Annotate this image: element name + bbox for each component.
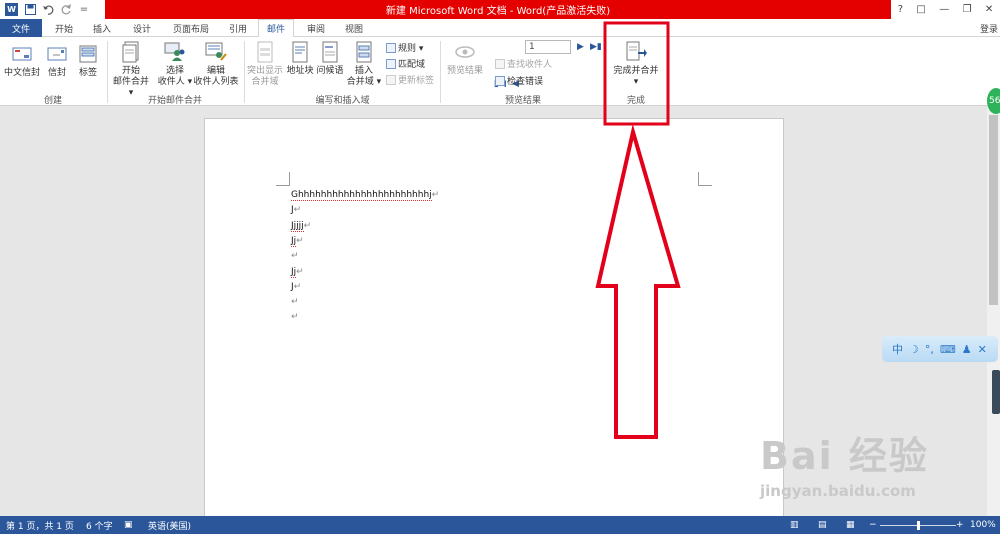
web-layout-icon[interactable]: ▦ bbox=[846, 516, 855, 534]
zoom-slider[interactable] bbox=[880, 516, 956, 534]
zoom-level[interactable]: 100% bbox=[970, 516, 996, 534]
language-indicator[interactable]: 英语(美国) bbox=[148, 516, 191, 534]
annotation-overlay bbox=[595, 21, 681, 439]
zoom-in-button[interactable]: + bbox=[956, 516, 964, 534]
zoom-slider-thumb[interactable] bbox=[916, 520, 920, 530]
print-layout-icon[interactable]: ▤ bbox=[818, 516, 827, 534]
read-mode-icon[interactable]: ▥ bbox=[790, 516, 799, 534]
highlight-box bbox=[603, 21, 670, 126]
zoom-out-button[interactable]: − bbox=[869, 516, 877, 534]
word-count[interactable]: 6 个字 bbox=[86, 516, 113, 534]
status-bar: 第 1 页，共 1 页 6 个字 ▣ 英语(美国) ▥ ▤ ▦ − + 100% bbox=[0, 516, 1000, 534]
proofing-icon[interactable]: ▣ bbox=[124, 516, 133, 534]
up-arrow-annotation bbox=[595, 124, 681, 439]
page-count[interactable]: 第 1 页，共 1 页 bbox=[6, 516, 74, 534]
